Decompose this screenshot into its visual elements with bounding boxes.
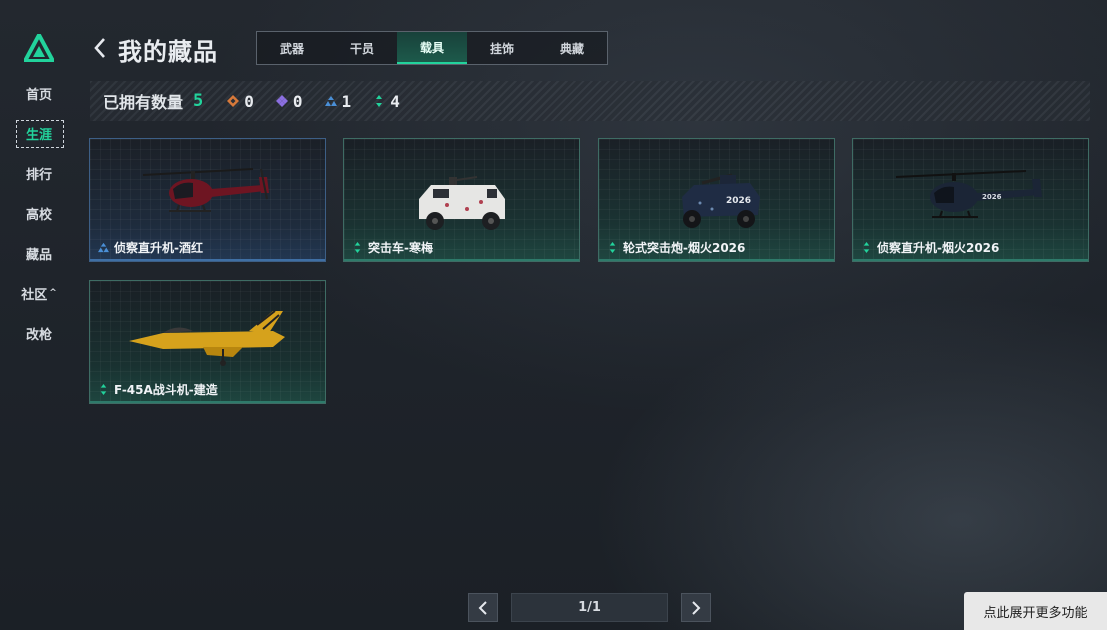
owned-count-label: 已拥有数量 [103,93,184,112]
orange-count: 0 [227,92,254,111]
sidebar-item-label: 藏品 [25,247,52,263]
rarity-line [90,259,325,261]
blue-count: 1 [324,91,352,111]
sidebar-item-career[interactable]: 生涯 [12,120,66,148]
rarity-line [90,401,325,403]
armored-truck-icon [418,176,505,230]
tab-vehicles[interactable]: 载具 [397,32,467,64]
owned-count-bar: 已拥有数量 5 0 0 1 4 [90,81,1090,121]
next-page-button[interactable] [681,593,711,622]
green-count: 4 [373,92,400,111]
vehicle-name-label: F-45A战斗机-建造 [114,383,218,397]
blue-count-value: 1 [341,91,352,111]
orange-diamond-icon [227,95,240,107]
vehicle-name-label: 侦察直升机-酒红 [114,241,203,255]
owned-count-total: 5 [193,91,204,111]
vehicle-name-label: 轮式突击炮-烟火2026 [623,241,746,255]
tab-charms[interactable]: 挂饰 [467,32,537,64]
vehicle-card[interactable]: 突击车-寒梅 [343,138,580,262]
green-arrows-icon [863,242,870,253]
blue-triangle-icon [324,96,337,106]
tab-collector[interactable]: 典藏 [537,32,607,64]
sidebar-item-community[interactable]: 社区 ^ [12,280,66,306]
helicopter-dark-icon: 2026 [895,170,1042,218]
sidebar: 首页 生涯 排行 高校 藏品 社区 ^ 改枪 [0,0,78,630]
vehicle-name: 侦察直升机-酒红 [98,239,203,256]
sidebar-item-ranking[interactable]: 排行 [12,160,66,186]
helicopter-red-icon [142,168,269,212]
vehicle-card[interactable]: 2026 侦察直升机-烟火2026 [852,138,1089,262]
wheeled-assault-gun-icon: 2026 [681,173,760,228]
purple-diamond-icon [275,95,288,107]
category-tabs: 武器 干员 载具 挂饰 典藏 [256,31,608,65]
triangle-logo-icon[interactable] [24,34,54,62]
expand-more-features-button[interactable]: 点此展开更多功能 [964,592,1107,630]
tab-weapons[interactable]: 武器 [257,32,327,64]
rarity-line [853,259,1088,261]
fighter-jet-yellow-icon [128,310,285,366]
sidebar-item-collection[interactable]: 藏品 [12,240,66,266]
rarity-line [599,259,834,261]
vehicle-card[interactable]: F-45A战斗机-建造 [89,280,326,404]
vehicle-name: 轮式突击炮-烟火2026 [607,239,745,256]
page-indicator: 1/1 [511,593,668,622]
purple-count: 0 [275,91,303,111]
caret-up-icon: ^ [49,288,57,298]
vehicle-name: 侦察直升机-烟火2026 [861,239,999,256]
svg-text:2026: 2026 [982,193,1002,201]
vehicle-card[interactable]: 侦察直升机-酒红 [89,138,326,262]
sidebar-item-gunsmith[interactable]: 改枪 [12,320,66,346]
sidebar-item-home[interactable]: 首页 [12,80,66,106]
green-arrows-icon [354,242,361,253]
green-arrows-icon [100,384,107,395]
chevron-left-icon [478,600,487,615]
blue-triangle-icon [98,242,109,253]
vehicle-name-label: 侦察直升机-烟火2026 [877,241,1000,255]
sidebar-item-label: 改枪 [25,327,52,343]
svg-text:2026: 2026 [726,196,751,206]
orange-count-value: 0 [244,91,254,111]
sidebar-item-label: 生涯 [25,127,52,143]
tab-operators[interactable]: 干员 [327,32,397,64]
previous-page-button[interactable] [468,593,498,622]
page-title: 我的藏品 [118,38,218,66]
vehicle-name: F-45A战斗机-建造 [98,381,218,398]
rarity-line [344,259,579,261]
green-arrows-icon [609,242,616,253]
sidebar-item-label: 社区 [21,287,48,303]
vehicle-card[interactable]: 2026 轮式突击炮-烟火2026 [598,138,835,262]
purple-count-value: 0 [292,91,303,111]
green-arrows-icon [376,95,383,107]
green-count-value: 4 [390,91,400,111]
sidebar-item-college[interactable]: 高校 [12,200,66,226]
back-chevron-icon[interactable] [92,36,108,60]
chevron-right-icon [692,600,701,615]
sidebar-item-label: 排行 [25,167,52,183]
vehicle-name-label: 突击车-寒梅 [368,241,433,255]
sidebar-item-label: 首页 [25,87,52,103]
vehicle-name: 突击车-寒梅 [352,239,433,256]
sidebar-item-label: 高校 [25,207,52,223]
